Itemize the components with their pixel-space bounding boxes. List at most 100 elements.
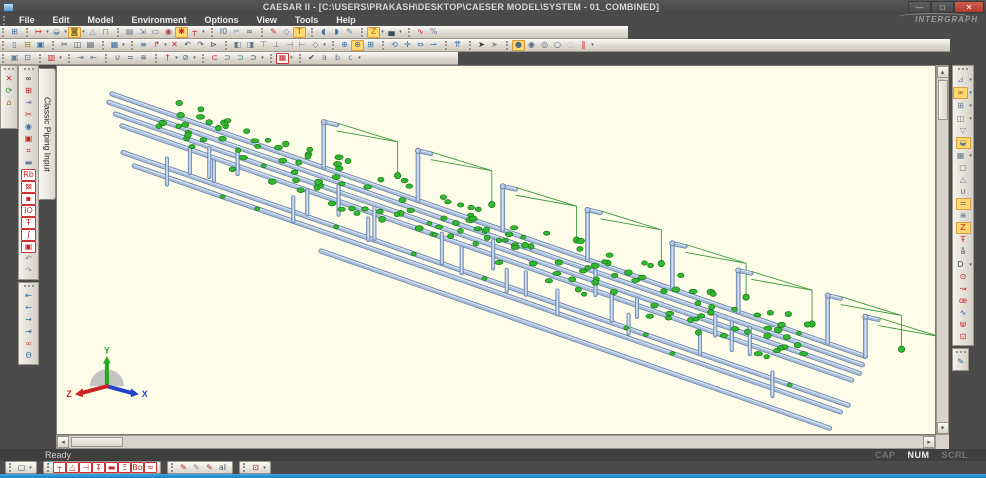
model-viewport[interactable]: YXZ <box>56 65 936 435</box>
toolbar-grip[interactable] <box>243 463 246 472</box>
scroll-down-icon[interactable]: ▾ <box>937 422 949 434</box>
toolbar-grip[interactable] <box>24 68 34 71</box>
open-book-icon[interactable]: ◫ <box>953 113 968 125</box>
list-b-icon[interactable]: b <box>331 53 344 64</box>
toolbar-grip[interactable] <box>105 54 108 63</box>
open-file-icon[interactable]: ⊟ <box>21 40 34 51</box>
find-node-dropdown-icon[interactable]: ▾ <box>968 90 973 96</box>
displacement-icon[interactable]: ⊠ <box>21 181 36 193</box>
angle-delta-icon[interactable]: △ <box>86 27 99 38</box>
run-check-icon[interactable]: ↱ <box>150 40 163 51</box>
pen-dark-icon[interactable]: ✎ <box>203 462 216 473</box>
redo-icon[interactable]: ↷ <box>194 40 207 51</box>
tee-valve-icon[interactable]: ┬ <box>188 27 201 38</box>
sketch-icon[interactable]: ✎ <box>343 27 356 38</box>
toolbar-grip[interactable] <box>131 41 134 50</box>
display-mode-icon[interactable]: ▢ <box>15 462 28 473</box>
toolbar-grip[interactable] <box>311 28 314 37</box>
render-mesh-icon[interactable]: ◎ <box>538 40 551 51</box>
toolbar-grip[interactable] <box>956 351 966 354</box>
toolbar-grip[interactable] <box>2 41 5 50</box>
red-link-icon[interactable]: ↝ <box>956 283 971 295</box>
delete-red-icon[interactable]: ✕ <box>2 73 17 85</box>
axis-bars-dropdown-icon[interactable]: ▾ <box>590 42 595 48</box>
workspace-grid-icon[interactable]: ⊞ <box>8 27 21 38</box>
toolbar-grip[interactable] <box>47 463 50 472</box>
menu-help[interactable]: Help <box>327 15 365 25</box>
view-front-icon[interactable]: ◧ <box>231 40 244 51</box>
show-expansion-icon[interactable]: ≈ <box>144 462 157 473</box>
car-dark-dropdown-icon[interactable]: ▾ <box>260 55 265 61</box>
check-node-icon[interactable]: ✔ <box>305 53 318 64</box>
push-in-icon[interactable]: ⇥ <box>74 53 87 64</box>
spin-view-icon[interactable]: ✛ <box>401 40 414 51</box>
cut-element-icon[interactable]: ✂ <box>21 109 36 121</box>
node-cam-icon[interactable]: ⊙ <box>956 271 971 283</box>
refresh-green-icon[interactable]: ⟳ <box>2 85 17 97</box>
toolbar-grip[interactable] <box>9 463 12 472</box>
toolbar-grip[interactable] <box>270 54 273 63</box>
show-flanges-icon[interactable]: ▬ <box>105 462 118 473</box>
toolbar-grip[interactable] <box>117 28 120 37</box>
toolbar-grip[interactable] <box>361 28 364 37</box>
text-tool-icon[interactable]: aI <box>216 462 229 473</box>
view-left-icon[interactable]: ⊣ <box>283 40 296 51</box>
basket-icon[interactable]: ⌂ <box>2 97 17 109</box>
list-a-icon[interactable]: a <box>318 53 331 64</box>
node-renumber-icon[interactable]: ✱ <box>175 27 188 38</box>
tilde-icon[interactable]: ∿ <box>956 307 971 319</box>
archive-icon[interactable]: ▥ <box>45 53 58 64</box>
list-input-icon[interactable]: ≡ <box>137 40 150 51</box>
pipe-cyl-a-icon[interactable]: ◖ <box>317 27 330 38</box>
zoom-frame-icon[interactable]: ▭ <box>149 27 162 38</box>
car-dark-icon[interactable]: ⊃ <box>247 53 260 64</box>
clipboard-icon[interactable]: ▤ <box>123 27 136 38</box>
toolbar-grip[interactable] <box>26 28 29 37</box>
render-translucent-icon[interactable]: ◌ <box>564 40 577 51</box>
walk-view-icon[interactable]: ⇀ <box>427 40 440 51</box>
car-red-icon[interactable]: ⊂ <box>208 53 221 64</box>
toolbar-grip[interactable] <box>506 41 509 50</box>
menu-view[interactable]: View <box>248 15 286 25</box>
show-nozzles-icon[interactable]: ↧ <box>92 462 105 473</box>
gauge-icon[interactable]: ⊘ <box>179 53 192 64</box>
annotate-pen-icon[interactable]: ✎ <box>953 356 968 368</box>
film-icon[interactable]: ▦ <box>953 150 968 162</box>
print-icon[interactable]: ▦ <box>108 40 121 51</box>
menu-tools[interactable]: Tools <box>286 15 327 25</box>
save-input-icon[interactable]: ▣ <box>21 241 36 253</box>
list-c-icon[interactable]: c <box>344 53 357 64</box>
delta-icon[interactable]: △ <box>956 174 971 186</box>
view-bottom-icon[interactable]: ⊥ <box>270 40 283 51</box>
last-element-icon[interactable]: ⇥ <box>21 326 36 338</box>
diameter-dropdown-icon[interactable]: ▾ <box>968 262 973 268</box>
list-c-dropdown-icon[interactable]: ▾ <box>357 55 362 61</box>
anchor-aa-icon[interactable]: å <box>956 246 971 258</box>
restraint-rb-icon[interactable]: Rb <box>21 169 36 181</box>
error-edit-icon[interactable]: ✎ <box>267 27 280 38</box>
snapshot-icon[interactable]: ▣ <box>8 53 21 64</box>
toolbar-grip[interactable] <box>408 28 411 37</box>
cut-icon[interactable]: ✂ <box>58 40 71 51</box>
car-blue-icon[interactable]: ⊃ <box>221 53 234 64</box>
insert-tee-icon[interactable]: T <box>293 27 306 38</box>
zoom-window-icon[interactable]: ⊞ <box>364 40 377 51</box>
net-red-icon[interactable]: ⌗ <box>21 145 36 157</box>
next-element-icon[interactable]: → <box>21 314 36 326</box>
toolbar-grip[interactable] <box>261 28 264 37</box>
continue-element-icon[interactable]: ∞ <box>21 338 36 350</box>
ferry-icon[interactable]: ≃ <box>124 53 137 64</box>
save-file-icon[interactable]: ▣ <box>34 40 47 51</box>
menu-options[interactable]: Options <box>196 15 248 25</box>
undo-icon[interactable]: ↶ <box>181 40 194 51</box>
toolbar-grip[interactable] <box>2 54 5 63</box>
thermometer-icon[interactable]: † <box>161 53 174 64</box>
close-element-icon[interactable]: ⊓ <box>99 27 112 38</box>
redo-gray-icon[interactable]: ↷ <box>21 265 36 277</box>
terrain-icon[interactable]: ▄ <box>385 27 398 38</box>
bend-node-icon[interactable]: ◒ <box>50 27 63 38</box>
paste-icon[interactable]: ▤ <box>84 40 97 51</box>
dome-icon[interactable]: ◒ <box>956 137 971 149</box>
union-red-icon[interactable]: ⋓ <box>956 319 971 331</box>
minimize-button[interactable]: — <box>908 1 931 13</box>
